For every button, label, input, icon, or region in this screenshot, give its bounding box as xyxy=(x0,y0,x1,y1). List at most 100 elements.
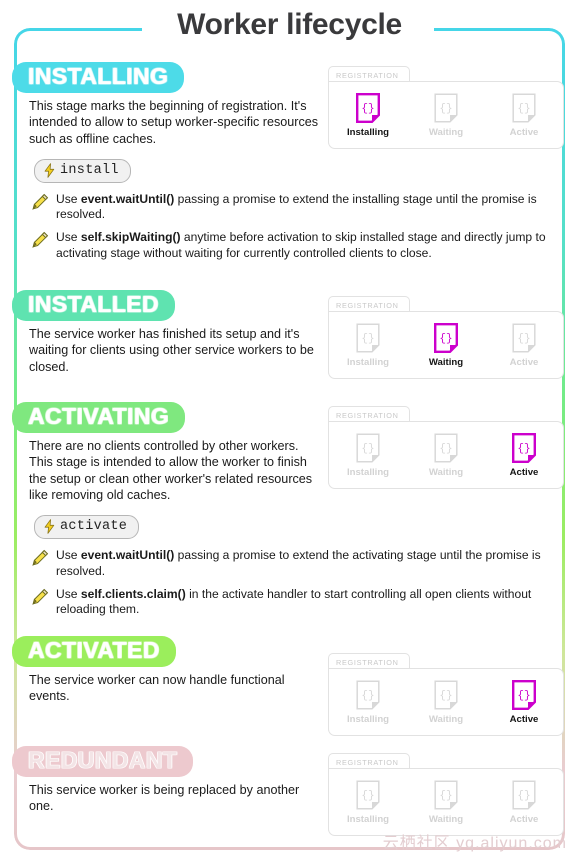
registration-slot-installing: {} Installing xyxy=(329,92,407,138)
document-icon-inactive: {} xyxy=(512,92,536,123)
stage-heading-redundant: REDUNDANT xyxy=(12,746,194,777)
registration-slot-label: Installing xyxy=(346,813,390,825)
pencil-icon xyxy=(32,193,49,211)
tip-text: Use event.waitUntil() passing a promise … xyxy=(56,192,537,222)
registration-slot-active: {} Active xyxy=(485,679,563,725)
registration-slot-label: Active xyxy=(509,713,539,725)
registration-slot-active: {} Active xyxy=(485,432,563,478)
svg-text:{}: {} xyxy=(517,790,530,802)
registration-slot-label: Active xyxy=(509,813,539,825)
document-icon-inactive: {} xyxy=(356,432,380,463)
registration-card: REGISTRATION {} Installing {} Waiting {}… xyxy=(328,66,564,149)
svg-text:{}: {} xyxy=(439,333,452,345)
svg-text:{}: {} xyxy=(361,790,374,802)
stage-description-installing: This stage marks the beginning of regist… xyxy=(29,98,319,146)
document-icon-inactive: {} xyxy=(434,679,458,710)
registration-card-body: {} Installing {} Waiting {} Active xyxy=(328,311,564,379)
registration-slot-label: Installing xyxy=(346,713,390,725)
stage-heading-activating: ACTIVATING xyxy=(12,402,186,433)
event-badge-label: install xyxy=(60,163,119,179)
document-icon-inactive: {} xyxy=(434,92,458,123)
lightning-bolt-icon xyxy=(44,519,55,535)
registration-card-body: {} Installing {} Waiting {} Active xyxy=(328,81,564,149)
svg-text:{}: {} xyxy=(439,790,452,802)
pencil-icon xyxy=(32,232,49,249)
registration-slot-installing: {} Installing xyxy=(329,432,407,478)
document-icon-active: {} xyxy=(356,92,380,123)
registration-slot-label: Installing xyxy=(346,466,390,478)
registration-slot-waiting: {} Waiting xyxy=(407,779,485,825)
registration-slot-waiting: {} Waiting xyxy=(407,679,485,725)
event-badge-activate[interactable]: activate xyxy=(34,515,140,540)
registration-slot-active: {} Active xyxy=(485,92,563,138)
svg-text:{}: {} xyxy=(361,103,374,115)
watermark: 云栖社区 yq.aliyun.com xyxy=(382,835,567,852)
page-title: Worker lifecycle xyxy=(177,8,402,41)
svg-text:{}: {} xyxy=(361,443,374,455)
event-badge-label: activate xyxy=(60,519,128,535)
stage-description-activating: There are no clients controlled by other… xyxy=(29,438,313,503)
tip-item: Use self.clients.claim() in the activate… xyxy=(31,587,579,617)
document-icon-inactive: {} xyxy=(434,779,458,810)
svg-text:{}: {} xyxy=(517,443,530,455)
pencil-icon-wrap xyxy=(31,193,49,216)
svg-text:{}: {} xyxy=(439,443,452,455)
tip-code: self.clients.claim() xyxy=(80,586,186,601)
lightning-bolt-icon xyxy=(44,163,55,178)
pencil-icon-wrap xyxy=(31,549,49,572)
document-icon-inactive: {} xyxy=(356,322,380,353)
tip-code: self.skipWaiting() xyxy=(80,230,181,245)
registration-slot-installing: {} Installing xyxy=(329,322,407,368)
registration-card: REGISTRATION {} Installing {} Waiting {}… xyxy=(328,406,564,489)
svg-text:{}: {} xyxy=(439,690,452,702)
registration-slot-label: Waiting xyxy=(428,713,464,725)
document-icon-active: {} xyxy=(512,432,536,463)
registration-slot-label: Active xyxy=(509,466,539,478)
svg-text:{}: {} xyxy=(517,690,530,702)
tip-text: Use self.skipWaiting() anytime before ac… xyxy=(56,230,546,260)
stage-description-redundant: This service worker is being replaced by… xyxy=(29,782,300,814)
stage-description-installed: The service worker has finished its setu… xyxy=(29,326,314,374)
registration-slot-active: {} Active xyxy=(485,322,563,368)
document-icon-inactive: {} xyxy=(512,322,536,353)
tips-list-activating: Use event.waitUntil() passing a promise … xyxy=(31,548,579,617)
stages-container: INSTALLING This stage marks the beginning… xyxy=(0,0,579,867)
event-badge-install[interactable]: install xyxy=(34,159,131,184)
document-icon-active: {} xyxy=(512,679,536,710)
registration-slot-active: {} Active xyxy=(485,779,563,825)
svg-text:{}: {} xyxy=(517,333,530,345)
pencil-icon xyxy=(32,550,49,567)
stage-description-activated: The service worker can now handle functi… xyxy=(29,672,285,704)
document-icon-inactive: {} xyxy=(356,779,380,810)
registration-card-body: {} Installing {} Waiting {} Active xyxy=(328,421,564,489)
registration-slot-waiting: {} Waiting xyxy=(407,432,485,478)
registration-card: REGISTRATION {} Installing {} Waiting {}… xyxy=(328,653,564,736)
registration-slot-label: Waiting xyxy=(428,466,464,478)
registration-card-body: {} Installing {} Waiting {} Active xyxy=(328,668,564,736)
tip-item: Use self.skipWaiting() anytime before ac… xyxy=(31,230,579,260)
pencil-icon-wrap xyxy=(31,588,49,611)
pencil-icon-wrap xyxy=(31,231,49,254)
document-icon-inactive: {} xyxy=(512,779,536,810)
svg-text:{}: {} xyxy=(517,103,530,115)
registration-slot-label: Waiting xyxy=(428,356,464,368)
document-icon-inactive: {} xyxy=(434,432,458,463)
registration-slot-installing: {} Installing xyxy=(329,679,407,725)
registration-slot-installing: {} Installing xyxy=(329,779,407,825)
tip-item: Use event.waitUntil() passing a promise … xyxy=(31,548,579,578)
registration-slot-label: Waiting xyxy=(428,813,464,825)
stage-heading-activated: ACTIVATED xyxy=(12,636,176,667)
registration-card: REGISTRATION {} Installing {} Waiting {}… xyxy=(328,753,564,836)
tip-code: event.waitUntil() xyxy=(80,548,175,563)
document-icon-inactive: {} xyxy=(356,679,380,710)
registration-card: REGISTRATION {} Installing {} Waiting {}… xyxy=(328,296,564,379)
tip-text: Use self.clients.claim() in the activate… xyxy=(56,586,532,617)
stage-heading-installed: INSTALLED xyxy=(12,290,175,321)
registration-slot-label: Active xyxy=(509,356,539,368)
stage-heading-installing: INSTALLING xyxy=(12,62,185,93)
registration-slot-label: Waiting xyxy=(428,126,464,138)
svg-text:{}: {} xyxy=(439,103,452,115)
tips-list-installing: Use event.waitUntil() passing a promise … xyxy=(31,192,579,261)
pencil-icon xyxy=(32,588,49,605)
registration-slot-label: Active xyxy=(509,126,539,138)
